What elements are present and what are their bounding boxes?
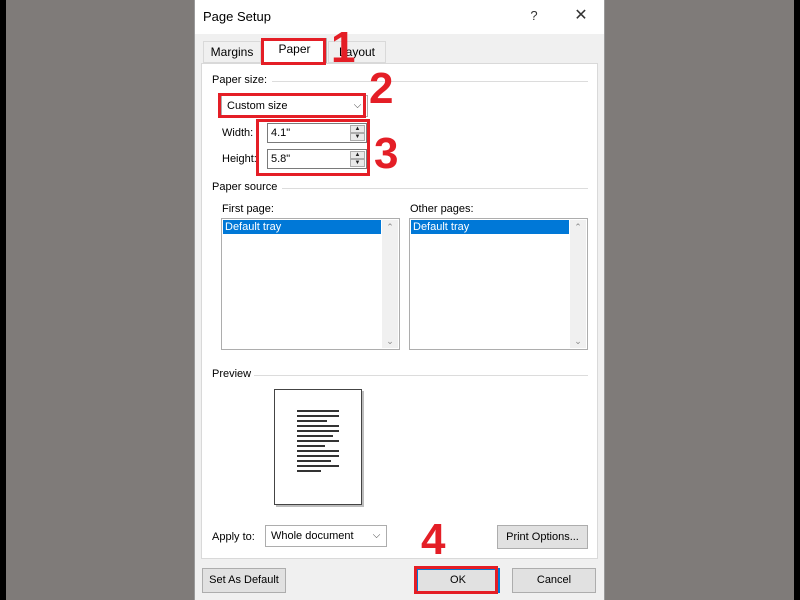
tab-strip: Margins Layout Paper <box>195 36 604 64</box>
divider <box>272 81 588 82</box>
chevron-up-icon[interactable]: ⌃ <box>570 220 586 234</box>
height-spinner[interactable]: 5.8" ▲ ▼ <box>267 149 367 169</box>
width-value: 4.1" <box>271 127 291 139</box>
other-pages-scrollbar[interactable]: ⌃ ⌄ <box>570 220 586 348</box>
paper-size-group-label: Paper size: <box>212 74 268 86</box>
chevron-up-icon[interactable]: ⌃ <box>382 220 398 234</box>
close-icon[interactable]: ✕ <box>564 4 598 28</box>
step1-marker: 1 <box>331 23 356 72</box>
page-preview <box>274 389 362 505</box>
width-label: Width: <box>222 127 254 139</box>
cancel-button[interactable]: Cancel <box>512 568 596 593</box>
first-page-scrollbar[interactable]: ⌃ ⌄ <box>382 220 398 348</box>
other-pages-listbox[interactable]: Default tray ⌃ ⌄ <box>409 218 588 350</box>
apply-to-label: Apply to: <box>212 531 255 543</box>
width-spinner[interactable]: 4.1" ▲ ▼ <box>267 123 367 143</box>
spin-up-icon[interactable]: ▲ <box>350 125 365 133</box>
apply-to-dropdown[interactable]: Whole document ⌵ <box>265 525 387 547</box>
height-value: 5.8" <box>271 153 291 165</box>
chevron-down-icon: ⌵ <box>372 530 381 541</box>
preview-group-label: Preview <box>212 368 252 380</box>
ok-button[interactable]: OK <box>416 568 500 593</box>
width-spin-buttons: ▲ ▼ <box>350 125 365 141</box>
other-pages-selected-item[interactable]: Default tray <box>411 220 569 234</box>
step4-marker: 4 <box>421 515 446 564</box>
divider <box>254 375 588 376</box>
apply-to-value: Whole document <box>271 530 354 542</box>
first-page-label: First page: <box>222 203 274 215</box>
preview-text-lines <box>297 410 339 475</box>
print-options-button[interactable]: Print Options... <box>497 525 588 549</box>
title-bar: Page Setup ? ✕ <box>195 0 604 34</box>
right-border-bar <box>794 0 800 600</box>
height-spin-buttons: ▲ ▼ <box>350 151 365 167</box>
paper-tab-panel: Paper size: Custom size ⌵ Width: 4.1" ▲ … <box>201 63 598 559</box>
first-page-listbox[interactable]: Default tray ⌃ ⌄ <box>221 218 400 350</box>
left-border-bar <box>0 0 6 600</box>
paper-size-dropdown[interactable]: Custom size ⌵ <box>221 95 368 117</box>
paper-size-value: Custom size <box>227 100 288 112</box>
page-setup-dialog: Page Setup ? ✕ Margins Layout Paper Pape… <box>194 0 605 600</box>
set-as-default-button[interactable]: Set As Default <box>202 568 286 593</box>
spin-up-icon[interactable]: ▲ <box>350 151 365 159</box>
paper-source-group-label: Paper source <box>212 181 278 193</box>
chevron-down-icon[interactable]: ⌄ <box>382 334 398 348</box>
tab-margins[interactable]: Margins <box>203 41 261 63</box>
dialog-title: Page Setup <box>203 9 271 24</box>
help-icon[interactable]: ? <box>517 4 551 28</box>
spin-down-icon[interactable]: ▼ <box>350 159 365 167</box>
other-pages-label: Other pages: <box>410 203 474 215</box>
height-label: Height: <box>222 153 257 165</box>
divider <box>282 188 588 189</box>
step3-marker: 3 <box>374 129 399 178</box>
chevron-down-icon: ⌵ <box>353 100 362 111</box>
tab-paper[interactable]: Paper <box>262 38 327 64</box>
step2-marker: 2 <box>369 64 394 113</box>
first-page-selected-item[interactable]: Default tray <box>223 220 381 234</box>
spin-down-icon[interactable]: ▼ <box>350 133 365 141</box>
chevron-down-icon[interactable]: ⌄ <box>570 334 586 348</box>
